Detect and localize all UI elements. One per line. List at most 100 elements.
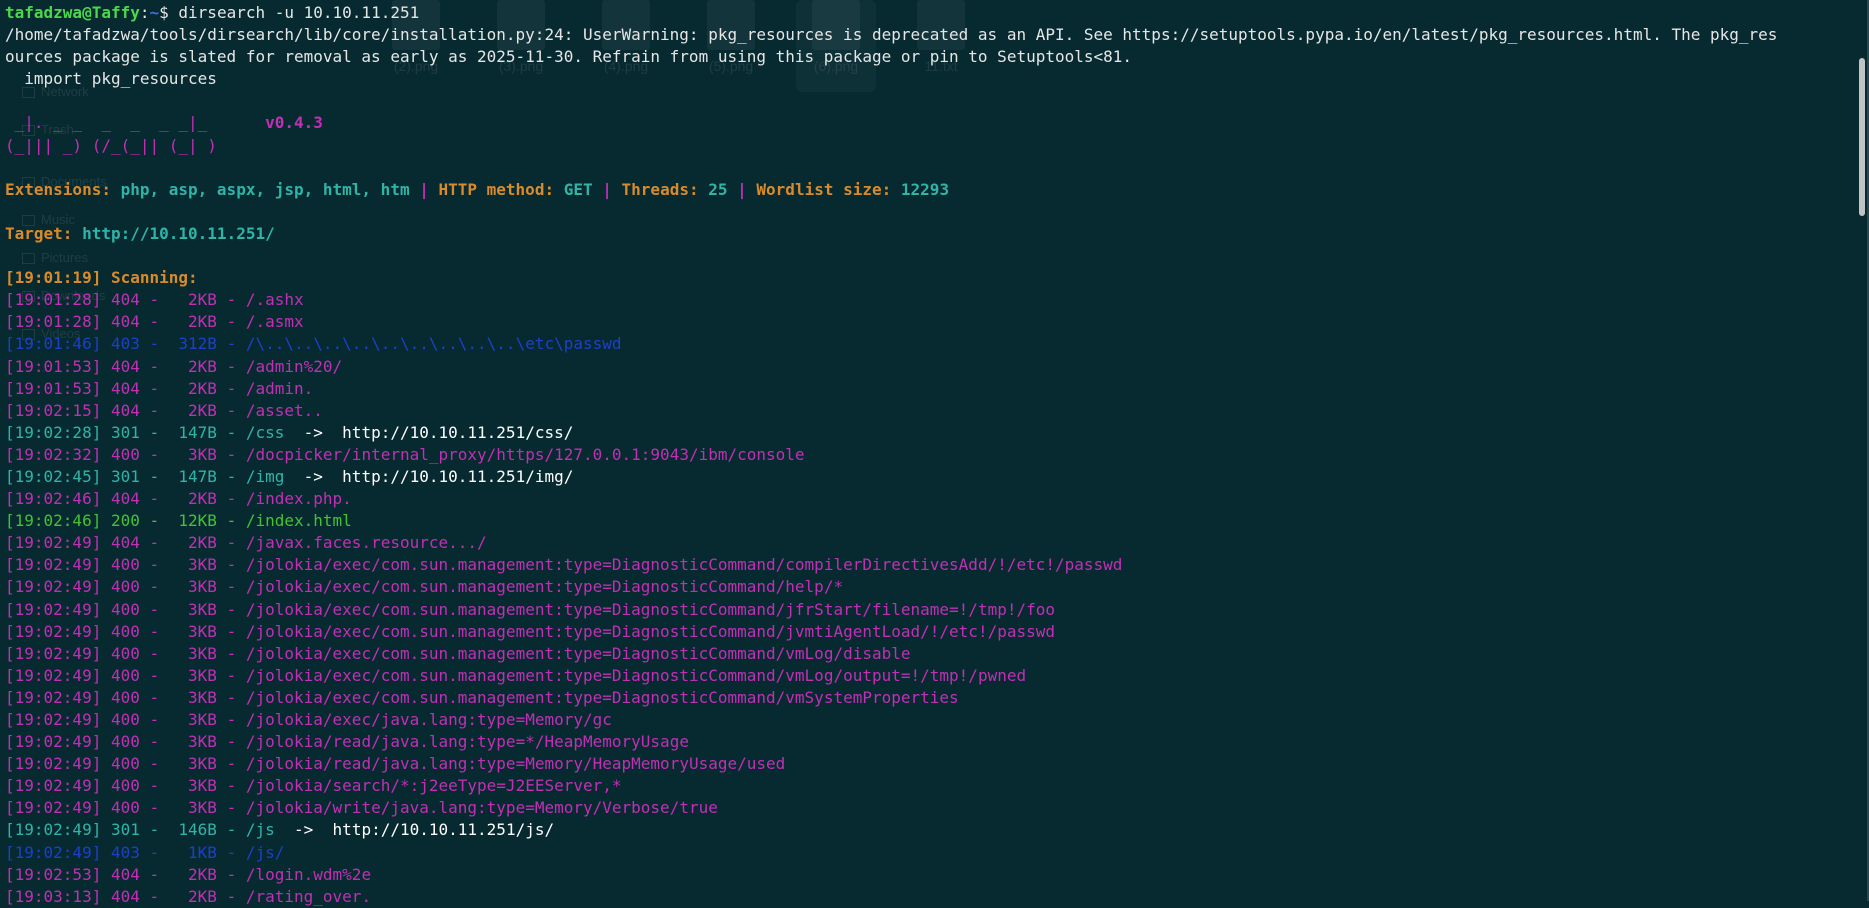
result-row: [19:02:49] 400 - 3KB - /jolokia/exec/com… — [5, 621, 1853, 643]
result-timestamp: [19:02:49] — [5, 776, 102, 796]
result-size: 312B — [178, 334, 217, 354]
terminal-output[interactable]: tafadzwa@Taffy:~$ dirsearch -u 10.10.11.… — [0, 0, 1853, 906]
prompt-symbol: $ — [159, 3, 179, 22]
config-value: 25 — [708, 179, 728, 199]
result-status-code: 400 — [110, 577, 140, 597]
result-row: [19:02:49] 400 - 3KB - /jolokia/exec/jav… — [5, 709, 1853, 731]
result-path: /jolokia/exec/com.sun.management:type=Di… — [245, 665, 1027, 685]
result-status-code: 200 — [110, 511, 140, 531]
result-timestamp: [19:02:15] — [5, 400, 102, 420]
result-row: [19:01:46] 403 - 312B - /\..\..\..\..\..… — [5, 333, 1853, 355]
result-size: 3KB — [188, 621, 217, 641]
result-timestamp: [19:01:46] — [5, 334, 102, 354]
result-entry: [19:02:49] 404 - 2KB - /javax.faces.reso… — [5, 533, 487, 552]
result-entry: [19:02:49] 400 - 3KB - /jolokia/exec/com… — [5, 577, 843, 596]
result-status-code: 400 — [110, 710, 140, 729]
result-entry: [19:01:28] 404 - 2KB - /.ashx — [5, 290, 304, 309]
result-timestamp: [19:02:53] — [5, 864, 102, 884]
result-status-code: 404 — [110, 378, 140, 398]
result-timestamp: [19:02:49] — [5, 798, 102, 818]
terminal-scrollbar[interactable] — [1853, 0, 1869, 901]
result-path: /index.html — [245, 511, 352, 531]
target-url: http://10.10.11.251/ — [82, 223, 275, 243]
result-status-code: 404 — [110, 356, 140, 376]
result-entry: [19:02:53] 404 - 2KB - /login.wdm%2e — [5, 865, 371, 884]
result-status-code: 403 — [110, 334, 140, 354]
prompt-line: tafadzwa@Taffy:~$ dirsearch -u 10.10.11.… — [5, 2, 1853, 24]
result-size: 2KB — [188, 864, 217, 884]
result-entry: [19:02:49] 400 - 3KB - /jolokia/exec/com… — [5, 600, 1055, 619]
result-entry: [19:02:49] 400 - 3KB - /jolokia/exec/com… — [5, 666, 1026, 685]
logo-line: (_||| _) (/_(_|| (_| ) — [5, 135, 1853, 157]
result-status-code: 400 — [110, 732, 140, 752]
result-size: 147B — [178, 466, 217, 486]
redirect-url: http://10.10.11.251/js/ — [332, 820, 555, 840]
result-path: /css — [245, 422, 285, 442]
result-row: [19:02:49] 400 - 3KB - /jolokia/exec/com… — [5, 643, 1853, 665]
result-entry: [19:02:49] 400 - 3KB - /jolokia/exec/com… — [5, 555, 1122, 574]
result-size: 3KB — [188, 776, 217, 796]
result-path: /rating_over. — [245, 886, 372, 906]
scanning-line: [19:01:19] Scanning: — [5, 267, 1853, 289]
config-line: Extensions: php, asp, aspx, jsp, html, h… — [5, 179, 1853, 201]
result-timestamp: [19:02:49] — [5, 577, 102, 597]
result-row: [19:02:49] 400 - 3KB - /jolokia/write/ja… — [5, 797, 1853, 819]
prompt-user: tafadzwa@Taffy — [5, 3, 140, 22]
result-timestamp: [19:01:28] — [5, 290, 102, 310]
result-row: [19:02:49] 404 - 2KB - /javax.faces.reso… — [5, 532, 1853, 554]
result-row: [19:02:49] 400 - 3KB - /jolokia/exec/com… — [5, 576, 1853, 598]
result-path: /jolokia/exec/com.sun.management:type=Di… — [245, 643, 911, 663]
result-row: [19:01:28] 404 - 2KB - /.ashx — [5, 289, 1853, 311]
result-status-code: 400 — [110, 798, 140, 818]
result-timestamp: [19:02:49] — [5, 621, 102, 641]
config-label: Wordlist size: — [756, 179, 901, 199]
command-text: dirsearch -u 10.10.11.251 — [178, 3, 420, 22]
result-timestamp: [19:02:32] — [5, 444, 102, 464]
redirect-arrow: -> — [274, 820, 333, 840]
result-entry: [19:02:49] 400 - 3KB - /jolokia/read/jav… — [5, 754, 785, 773]
result-entry: [19:02:49] 400 - 3KB - /jolokia/exec/com… — [5, 688, 959, 707]
result-size: 2KB — [188, 400, 217, 420]
scrollbar-thumb[interactable] — [1859, 58, 1865, 216]
result-size: 1KB — [188, 842, 217, 862]
dirsearch-logo: (_||| _) (/_(_|| (_| ) — [5, 135, 217, 155]
result-path: /docpicker/internal_proxy/https/127.0.0.… — [245, 444, 805, 464]
result-size: 3KB — [188, 665, 217, 685]
result-entry: [19:02:49] 400 - 3KB - /jolokia/exec/jav… — [5, 710, 612, 729]
result-entry: [19:02:15] 404 - 2KB - /asset.. — [5, 401, 323, 420]
result-timestamp: [19:02:49] — [5, 665, 102, 685]
result-size: 2KB — [188, 290, 217, 310]
result-size: 3KB — [188, 687, 217, 707]
target-label: Target: — [5, 223, 83, 243]
result-timestamp: [19:03:13] — [5, 886, 102, 906]
result-row: [19:02:49] 301 - 146B - /js -> http://10… — [5, 819, 1853, 841]
redirect-arrow: -> — [284, 466, 343, 486]
result-timestamp: [19:02:49] — [5, 754, 102, 774]
result-status-code: 404 — [110, 290, 140, 310]
result-row: [19:02:49] 400 - 3KB - /jolokia/exec/com… — [5, 554, 1853, 576]
result-status-code: 400 — [110, 643, 140, 663]
warning-line: /home/tafadzwa/tools/dirsearch/lib/core/… — [5, 25, 1778, 45]
config-value: php, asp, aspx, jsp, html, htm — [120, 179, 410, 199]
config-separator: | — [409, 179, 439, 199]
target-line: Target: http://10.10.11.251/ — [5, 223, 1853, 245]
result-status-code: 403 — [110, 842, 140, 862]
result-status-code: 400 — [110, 665, 140, 685]
result-entry: [19:02:28] 301 - 147B - /css — [5, 423, 284, 442]
result-size: 3KB — [188, 798, 217, 818]
redirect-url: http://10.10.11.251/img/ — [342, 466, 574, 486]
result-row: [19:02:49] 400 - 3KB - /jolokia/search/*… — [5, 775, 1853, 797]
result-timestamp: [19:02:49] — [5, 842, 102, 862]
result-entry: [19:01:53] 404 - 2KB - /admin. — [5, 379, 313, 398]
result-row: [19:03:13] 404 - 2KB - /rating_over. — [5, 886, 1853, 908]
result-status-code: 400 — [110, 776, 140, 796]
result-path: /login.wdm%2e — [245, 864, 372, 884]
result-entry: [19:02:49] 400 - 3KB - /jolokia/exec/com… — [5, 622, 1055, 641]
result-timestamp: [19:02:45] — [5, 466, 102, 486]
result-path: /jolokia/read/java.lang:type=Memory/Heap… — [245, 754, 786, 774]
result-entry: [19:02:46] 200 - 12KB - /index.html — [5, 511, 352, 530]
result-entry: [19:02:46] 404 - 2KB - /index.php. — [5, 489, 352, 508]
result-path: /jolokia/exec/com.sun.management:type=Di… — [245, 599, 1055, 619]
result-path: /admin%20/ — [245, 356, 343, 376]
result-status-code: 301 — [110, 466, 140, 486]
